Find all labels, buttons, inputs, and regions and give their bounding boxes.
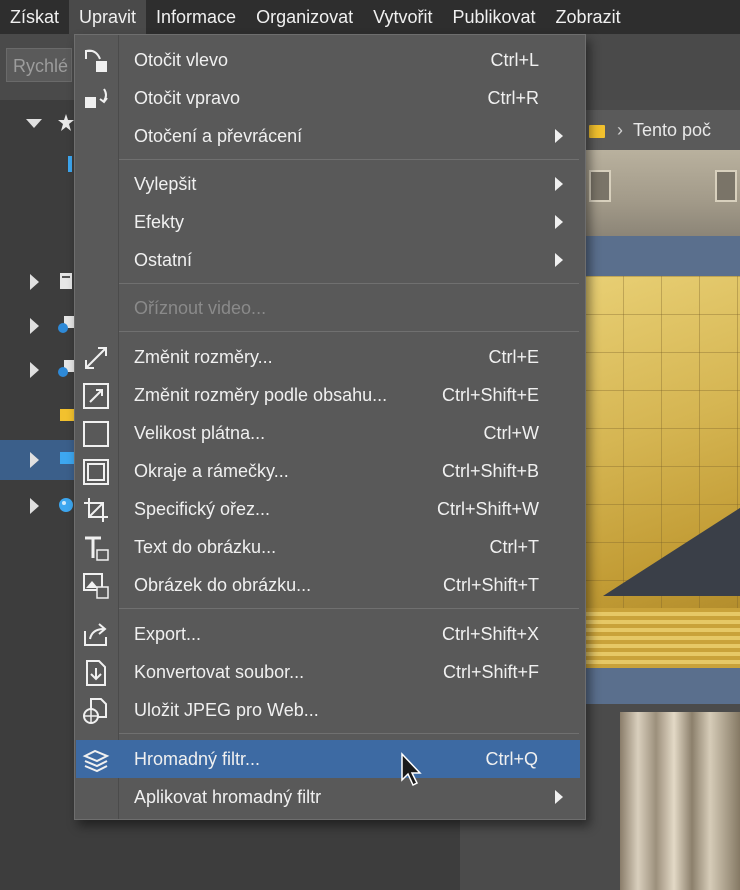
menu-item-frames[interactable]: Okraje a rámečky... Ctrl+Shift+B (76, 452, 581, 490)
menu-separator (119, 283, 579, 284)
thumbnail-building[interactable] (585, 150, 740, 236)
menu-item-apply-batch-filter[interactable]: Aplikovat hromadný filtr (76, 778, 581, 816)
menu-item-resize[interactable]: Změnit rozměry... Ctrl+E (76, 338, 581, 376)
path-text: Tento poč (633, 120, 712, 140)
folder-icon (60, 409, 74, 421)
menu-item-convert[interactable]: Konvertovat soubor... Ctrl+Shift+F (76, 653, 581, 691)
menu-item-save-jpeg-web[interactable]: Uložit JPEG pro Web... (76, 691, 581, 729)
rotate-left-icon (85, 49, 107, 72)
export-icon (84, 623, 107, 646)
menu-item-other[interactable]: Ostatní (76, 241, 581, 279)
tree-row-child[interactable] (0, 150, 80, 190)
menu-item-specific-crop[interactable]: Specifický ořez... Ctrl+Shift+W (76, 490, 581, 528)
menu-separator (119, 331, 579, 332)
quick-search-input[interactable]: Rychlé (6, 48, 72, 82)
submenu-arrow-icon (555, 177, 563, 191)
chevron-right-icon: › (617, 120, 623, 140)
menu-item-enhance[interactable]: Vylepšit (76, 165, 581, 203)
menu-publikovat[interactable]: Publikovat (442, 0, 545, 34)
thumbnail-selection-band (585, 236, 740, 276)
menu-item-image-in-image[interactable]: Obrázek do obrázku... Ctrl+Shift+T (76, 566, 581, 604)
resize-icon (85, 347, 107, 369)
rotate-right-icon (85, 88, 108, 108)
menu-upravit[interactable]: Upravit (69, 0, 147, 34)
menu-separator (119, 608, 579, 609)
star-icon (58, 114, 74, 131)
menu-separator (119, 733, 579, 734)
collapsed-arrow-icon[interactable] (30, 318, 39, 334)
menu-item-effects[interactable]: Efekty (76, 203, 581, 241)
crop-icon (84, 498, 108, 522)
tree-row-selected[interactable] (0, 440, 80, 480)
submenu-arrow-icon (555, 253, 563, 267)
thumbnail-gold-photo[interactable] (585, 276, 740, 668)
menu-bar: Získat Upravit Informace Organizovat Vyt… (0, 0, 740, 34)
mouse-cursor-icon (401, 752, 422, 787)
menu-item-canvas-size[interactable]: Velikost plátna... Ctrl+W (76, 414, 581, 452)
collapsed-arrow-icon[interactable] (30, 274, 39, 290)
menu-item-batch-filter[interactable]: Hromadný filtr... Ctrl+Q (76, 740, 580, 778)
submenu-arrow-icon (555, 215, 563, 229)
window-shape (589, 170, 611, 202)
menu-item-export[interactable]: Export... Ctrl+Shift+X (76, 615, 581, 653)
submenu-arrow-icon (555, 129, 563, 143)
collapsed-arrow-icon[interactable] (30, 498, 39, 514)
convert-icon (86, 660, 106, 686)
image-in-image-icon (83, 573, 109, 599)
path-bar[interactable]: › Tento poč (585, 110, 740, 150)
menu-separator (119, 159, 579, 160)
child-marker-icon (68, 156, 72, 172)
menu-item-rotate-right[interactable]: Otočit vpravo Ctrl+R (76, 79, 581, 117)
network-drive-icon (58, 360, 74, 377)
menu-item-rotate-left[interactable]: Otočit vlevo Ctrl+L (76, 41, 581, 79)
menu-zobrazit[interactable]: Zobrazit (546, 0, 631, 34)
canvas-size-icon (83, 421, 109, 447)
thumbnail-selection-band (585, 668, 740, 704)
menu-item-text-image[interactable]: Text do obrázku... Ctrl+T (76, 528, 581, 566)
device-icon (60, 273, 72, 289)
submenu-arrow-icon (555, 790, 563, 804)
edit-dropdown-menu: Otočit vlevo Ctrl+L Otočit vpravo Ctrl+R… (74, 34, 586, 820)
window-shape (715, 170, 737, 202)
computer-icon (60, 452, 74, 464)
collapsed-arrow-icon[interactable] (30, 362, 39, 378)
photo-stripes (585, 608, 740, 668)
collapsed-arrow-icon[interactable] (30, 452, 39, 468)
menu-item-content-resize[interactable]: Změnit rozměry podle obsahu... Ctrl+Shif… (76, 376, 581, 414)
folder-icon (589, 124, 605, 138)
photo-shadow (603, 506, 740, 596)
expand-arrow-icon[interactable] (26, 119, 42, 128)
save-jpeg-web-icon (83, 698, 107, 724)
menu-item-trim-video: Oříznout video... (134, 298, 267, 318)
batch-filter-icon (82, 749, 110, 773)
menu-item-rotate-flip[interactable]: Otočení a převrácení (76, 117, 581, 155)
frame-icon (83, 459, 109, 485)
menu-ziskat[interactable]: Získat (0, 0, 69, 34)
menu-informace[interactable]: Informace (146, 0, 246, 34)
menu-vytvorit[interactable]: Vytvořit (363, 0, 442, 34)
globe-icon (59, 498, 73, 512)
content-resize-icon (83, 383, 109, 409)
thumbnail-columns[interactable] (620, 712, 740, 890)
menu-organizovat[interactable]: Organizovat (246, 0, 363, 34)
network-icon (58, 316, 74, 333)
text-icon (85, 536, 109, 561)
